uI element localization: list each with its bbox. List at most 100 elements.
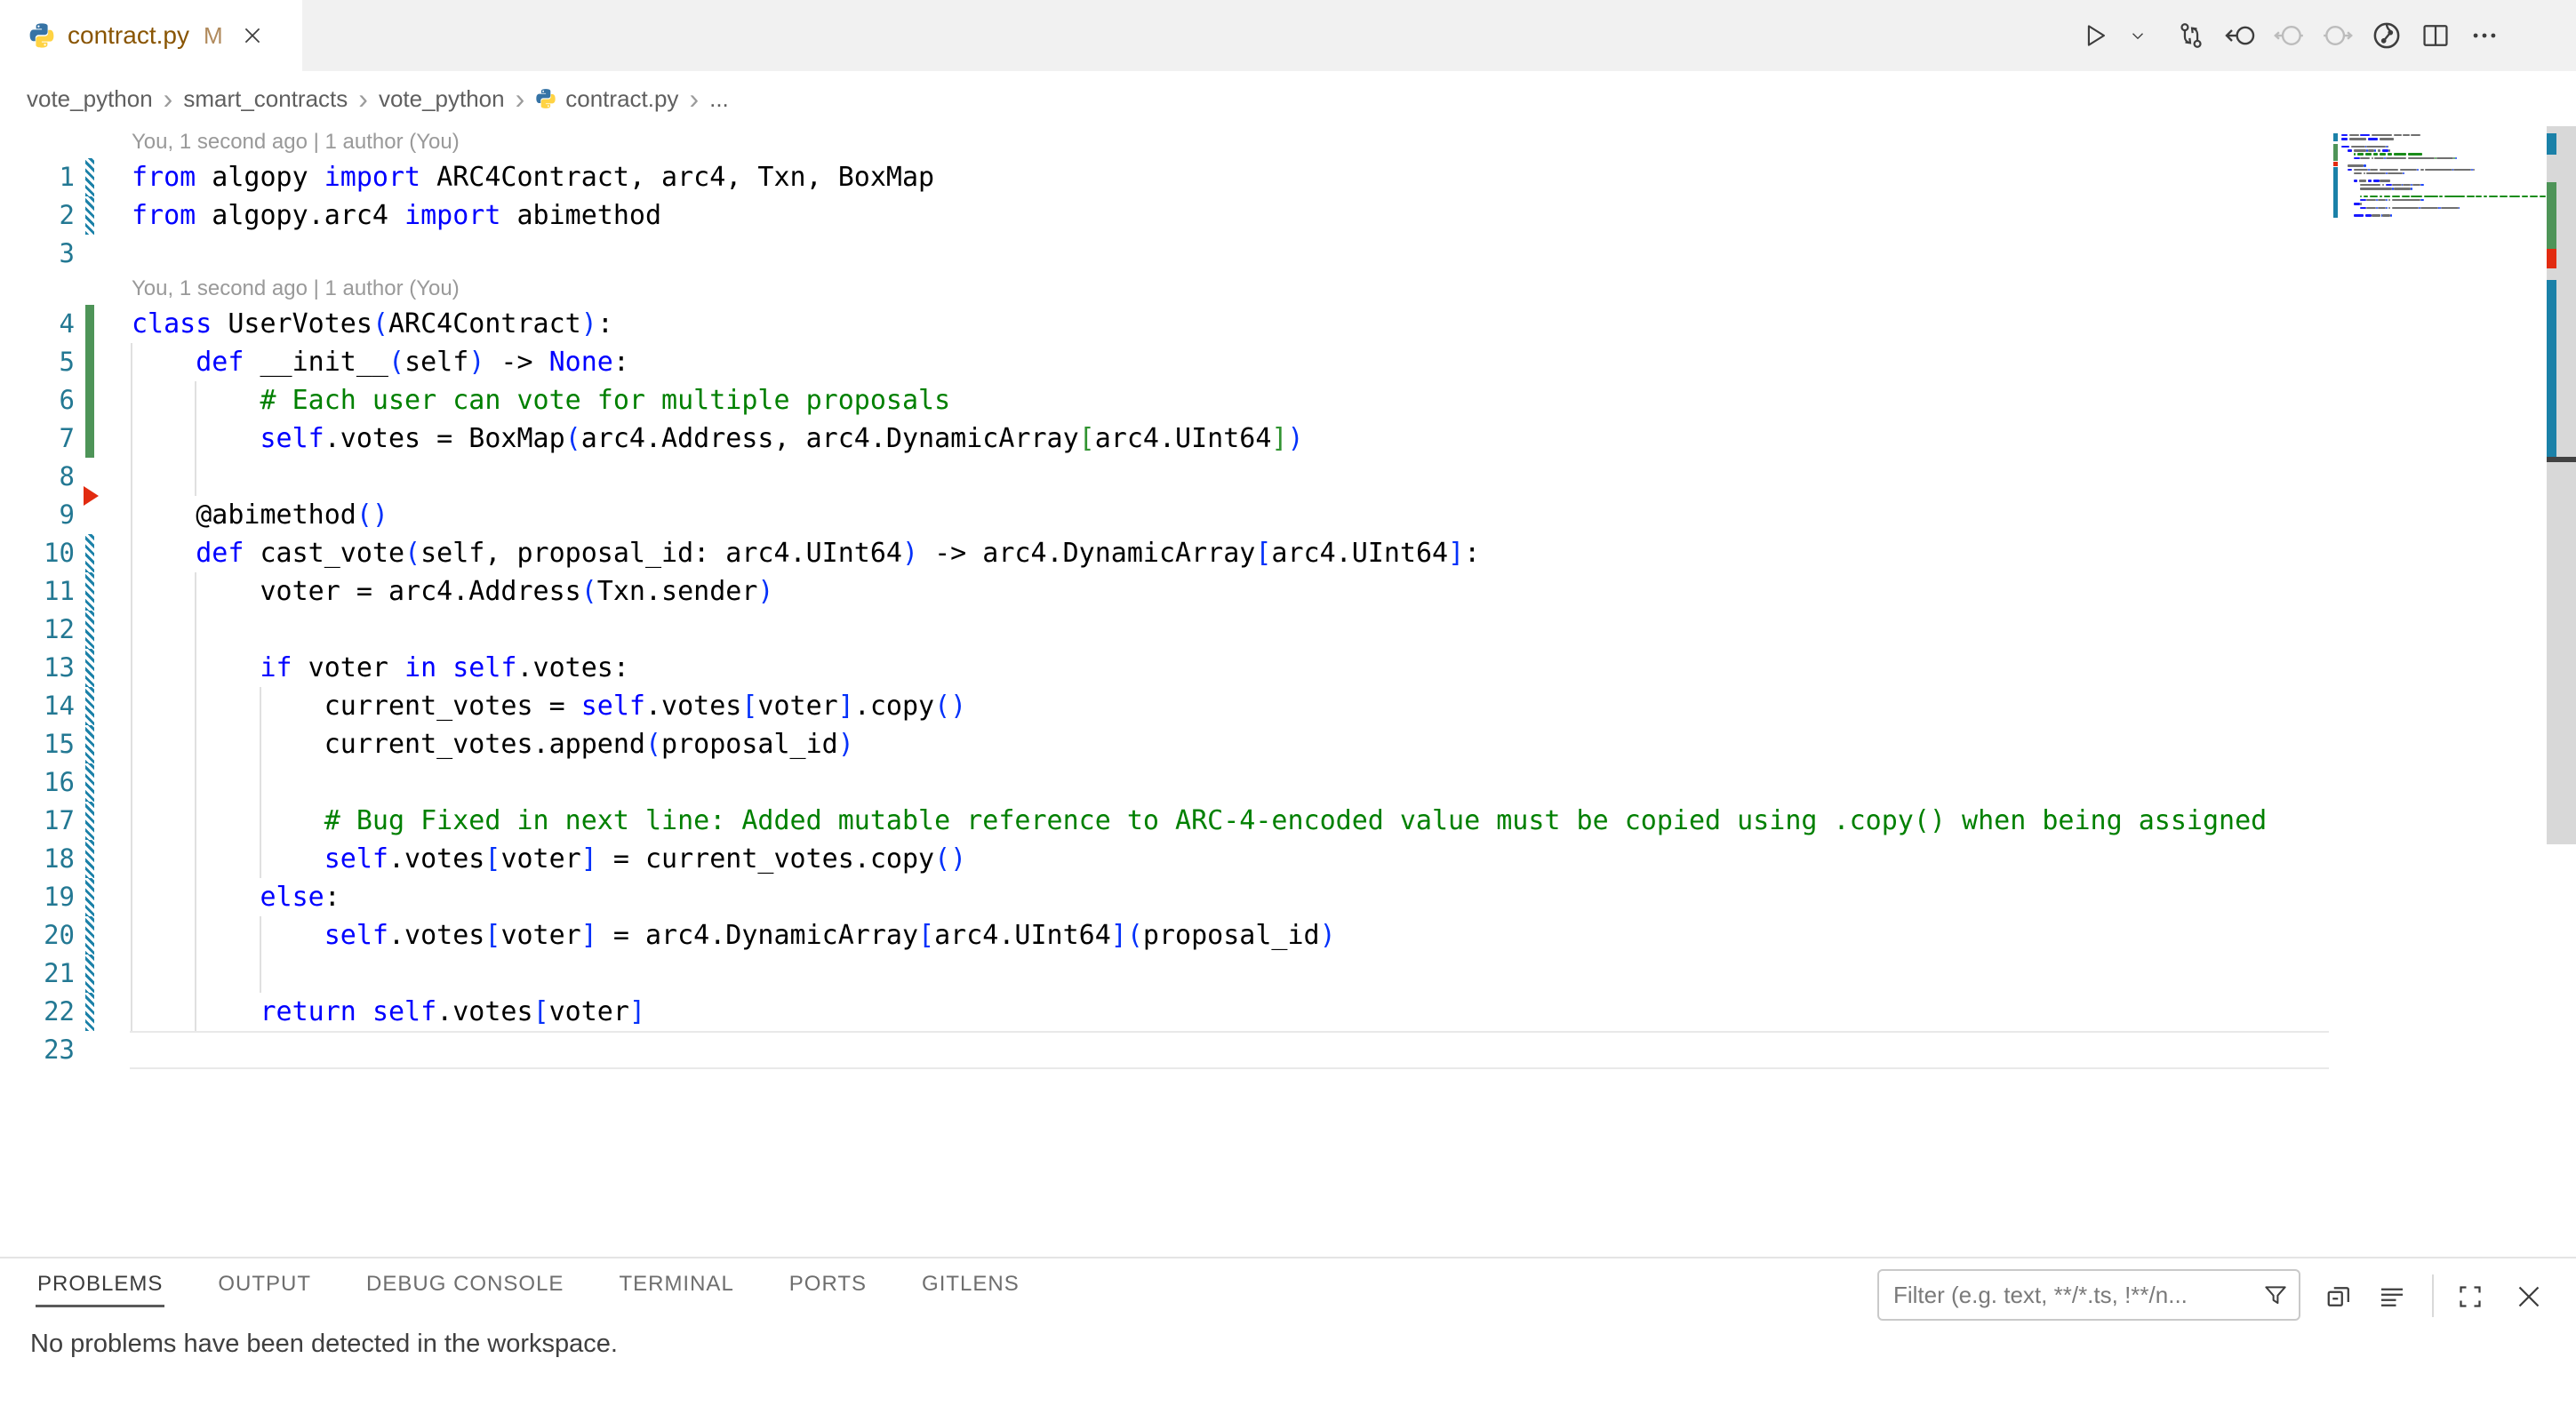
line-number[interactable]: 9 xyxy=(0,496,75,534)
breadcrumb-item[interactable]: smart_contracts xyxy=(183,85,348,113)
line-number[interactable]: 16 xyxy=(0,763,75,802)
codelens-blame[interactable]: You, 1 second ago | 1 author (You) xyxy=(0,126,2576,158)
code-line[interactable]: 3 xyxy=(0,235,2576,273)
code-line[interactable]: 13 if voter in self.votes: xyxy=(0,649,2576,687)
git-gutter-modified[interactable] xyxy=(85,572,94,611)
git-gutter-modified[interactable] xyxy=(85,763,94,802)
git-gutter-modified[interactable] xyxy=(85,687,94,725)
code-line[interactable]: 8 xyxy=(0,458,2576,496)
line-number[interactable]: 20 xyxy=(0,916,75,955)
codelens-blame[interactable]: You, 1 second ago | 1 author (You) xyxy=(0,273,2576,305)
line-number[interactable]: 22 xyxy=(0,993,75,1031)
minimap[interactable] xyxy=(2333,128,2547,359)
git-gutter-modified[interactable] xyxy=(85,158,94,196)
code-line[interactable]: 6 # Each user can vote for multiple prop… xyxy=(0,381,2576,419)
line-number[interactable]: 10 xyxy=(0,534,75,572)
code-line[interactable]: 7 self.votes = BoxMap(arc4.Address, arc4… xyxy=(0,419,2576,458)
breadcrumb-item[interactable]: vote_python xyxy=(27,85,153,113)
commit-graph-icon[interactable] xyxy=(2370,19,2404,52)
code-line[interactable]: 16 xyxy=(0,763,2576,802)
line-number[interactable]: 11 xyxy=(0,572,75,611)
git-gutter-added[interactable] xyxy=(85,305,94,343)
line-number[interactable]: 21 xyxy=(0,955,75,993)
line-number[interactable]: 4 xyxy=(0,305,75,343)
git-gutter-added[interactable] xyxy=(85,419,94,458)
git-gutter-modified[interactable] xyxy=(85,802,94,840)
indent-guide xyxy=(260,955,261,993)
code-line[interactable]: 10 def cast_vote(self, proposal_id: arc4… xyxy=(0,534,2576,572)
run-icon[interactable] xyxy=(2078,19,2112,52)
line-number[interactable]: 12 xyxy=(0,611,75,649)
line-number[interactable]: 15 xyxy=(0,725,75,763)
code-line[interactable]: 22 return self.votes[voter] xyxy=(0,993,2576,1031)
view-as-list-icon[interactable] xyxy=(2375,1280,2409,1314)
chevron-right-icon: › xyxy=(358,84,368,113)
git-gutter-modified[interactable] xyxy=(85,611,94,649)
line-number[interactable]: 19 xyxy=(0,878,75,916)
code-line[interactable]: 5 def __init__(self) -> None: xyxy=(0,343,2576,381)
editor-tab-contract-py[interactable]: contract.py M xyxy=(0,0,302,71)
panel-tab-output[interactable]: OUTPUT xyxy=(216,1266,313,1307)
git-gutter-modified[interactable] xyxy=(85,878,94,916)
line-number[interactable]: 7 xyxy=(0,419,75,458)
git-gutter-modified[interactable] xyxy=(85,840,94,878)
code-line[interactable]: 23 xyxy=(0,1031,2576,1069)
code-line[interactable]: 17 # Bug Fixed in next line: Added mutab… xyxy=(0,802,2576,840)
git-gutter-modified[interactable] xyxy=(85,649,94,687)
open-changes-icon[interactable] xyxy=(2174,19,2208,52)
code-line[interactable]: 19 else: xyxy=(0,878,2576,916)
line-number[interactable]: 3 xyxy=(0,235,75,273)
code-line[interactable]: 14 current_votes = self.votes[voter].cop… xyxy=(0,687,2576,725)
git-gutter-added[interactable] xyxy=(85,343,94,381)
line-number[interactable]: 18 xyxy=(0,840,75,878)
panel-tab-ports[interactable]: PORTS xyxy=(788,1266,868,1307)
breadcrumb-item-file[interactable]: contract.py xyxy=(565,85,678,113)
line-number[interactable]: 23 xyxy=(0,1031,75,1069)
panel-tab-gitlens[interactable]: GITLENS xyxy=(920,1266,1021,1307)
problems-filter-input[interactable] xyxy=(1879,1271,2267,1319)
code-line[interactable]: 12 xyxy=(0,611,2576,649)
code-line[interactable]: 1from algopy import ARC4Contract, arc4, … xyxy=(0,158,2576,196)
panel-tab-problems[interactable]: PROBLEMS xyxy=(36,1266,164,1307)
overview-ruler[interactable] xyxy=(2547,126,2576,1257)
run-dropdown-chevron-icon[interactable] xyxy=(2127,19,2148,52)
panel-tab-debug-console[interactable]: DEBUG CONSOLE xyxy=(364,1266,565,1307)
collapse-all-icon[interactable] xyxy=(2322,1280,2356,1314)
line-number[interactable]: 1 xyxy=(0,158,75,196)
line-number[interactable]: 2 xyxy=(0,196,75,235)
git-gutter-added[interactable] xyxy=(85,381,94,419)
line-number[interactable]: 8 xyxy=(0,458,75,496)
close-tab-icon[interactable] xyxy=(241,24,264,47)
line-number[interactable]: 6 xyxy=(0,381,75,419)
git-gutter-modified[interactable] xyxy=(85,916,94,955)
line-number[interactable]: 14 xyxy=(0,687,75,725)
breadcrumb-item-symbol[interactable]: ... xyxy=(709,85,729,113)
line-number[interactable]: 17 xyxy=(0,802,75,840)
code-line[interactable]: 9 @abimethod() xyxy=(0,496,2576,534)
git-gutter-modified[interactable] xyxy=(85,955,94,993)
previous-change-icon[interactable] xyxy=(2223,19,2257,52)
code-line[interactable]: 11 voter = arc4.Address(Txn.sender) xyxy=(0,572,2576,611)
code-line[interactable]: 18 self.votes[voter] = current_votes.cop… xyxy=(0,840,2576,878)
panel-tab-terminal[interactable]: TERMINAL xyxy=(617,1266,735,1307)
code-line[interactable]: 15 current_votes.append(proposal_id) xyxy=(0,725,2576,763)
code-line[interactable]: 2from algopy.arc4 import abimethod xyxy=(0,196,2576,235)
maximize-panel-icon[interactable] xyxy=(2453,1280,2487,1314)
close-panel-icon[interactable] xyxy=(2512,1280,2546,1314)
code-line[interactable]: 20 self.votes[voter] = arc4.DynamicArray… xyxy=(0,916,2576,955)
git-gutter-modified[interactable] xyxy=(85,534,94,572)
git-gutter-deleted-icon[interactable] xyxy=(84,486,99,506)
breadcrumb-item[interactable]: vote_python xyxy=(379,85,505,113)
git-gutter-modified[interactable] xyxy=(85,993,94,1031)
line-number[interactable]: 5 xyxy=(0,343,75,381)
git-gutter-modified[interactable] xyxy=(85,725,94,763)
split-editor-icon[interactable] xyxy=(2419,19,2452,52)
indent-guide xyxy=(131,458,132,496)
code-line[interactable]: 21 xyxy=(0,955,2576,993)
filter-funnel-icon xyxy=(2261,1281,2290,1314)
git-gutter-modified[interactable] xyxy=(85,196,94,235)
line-number[interactable]: 13 xyxy=(0,649,75,687)
code-line[interactable]: 4class UserVotes(ARC4Contract): xyxy=(0,305,2576,343)
code-editor[interactable]: You, 1 second ago | 1 author (You)1from … xyxy=(0,126,2576,1257)
more-actions-icon[interactable] xyxy=(2468,19,2501,52)
